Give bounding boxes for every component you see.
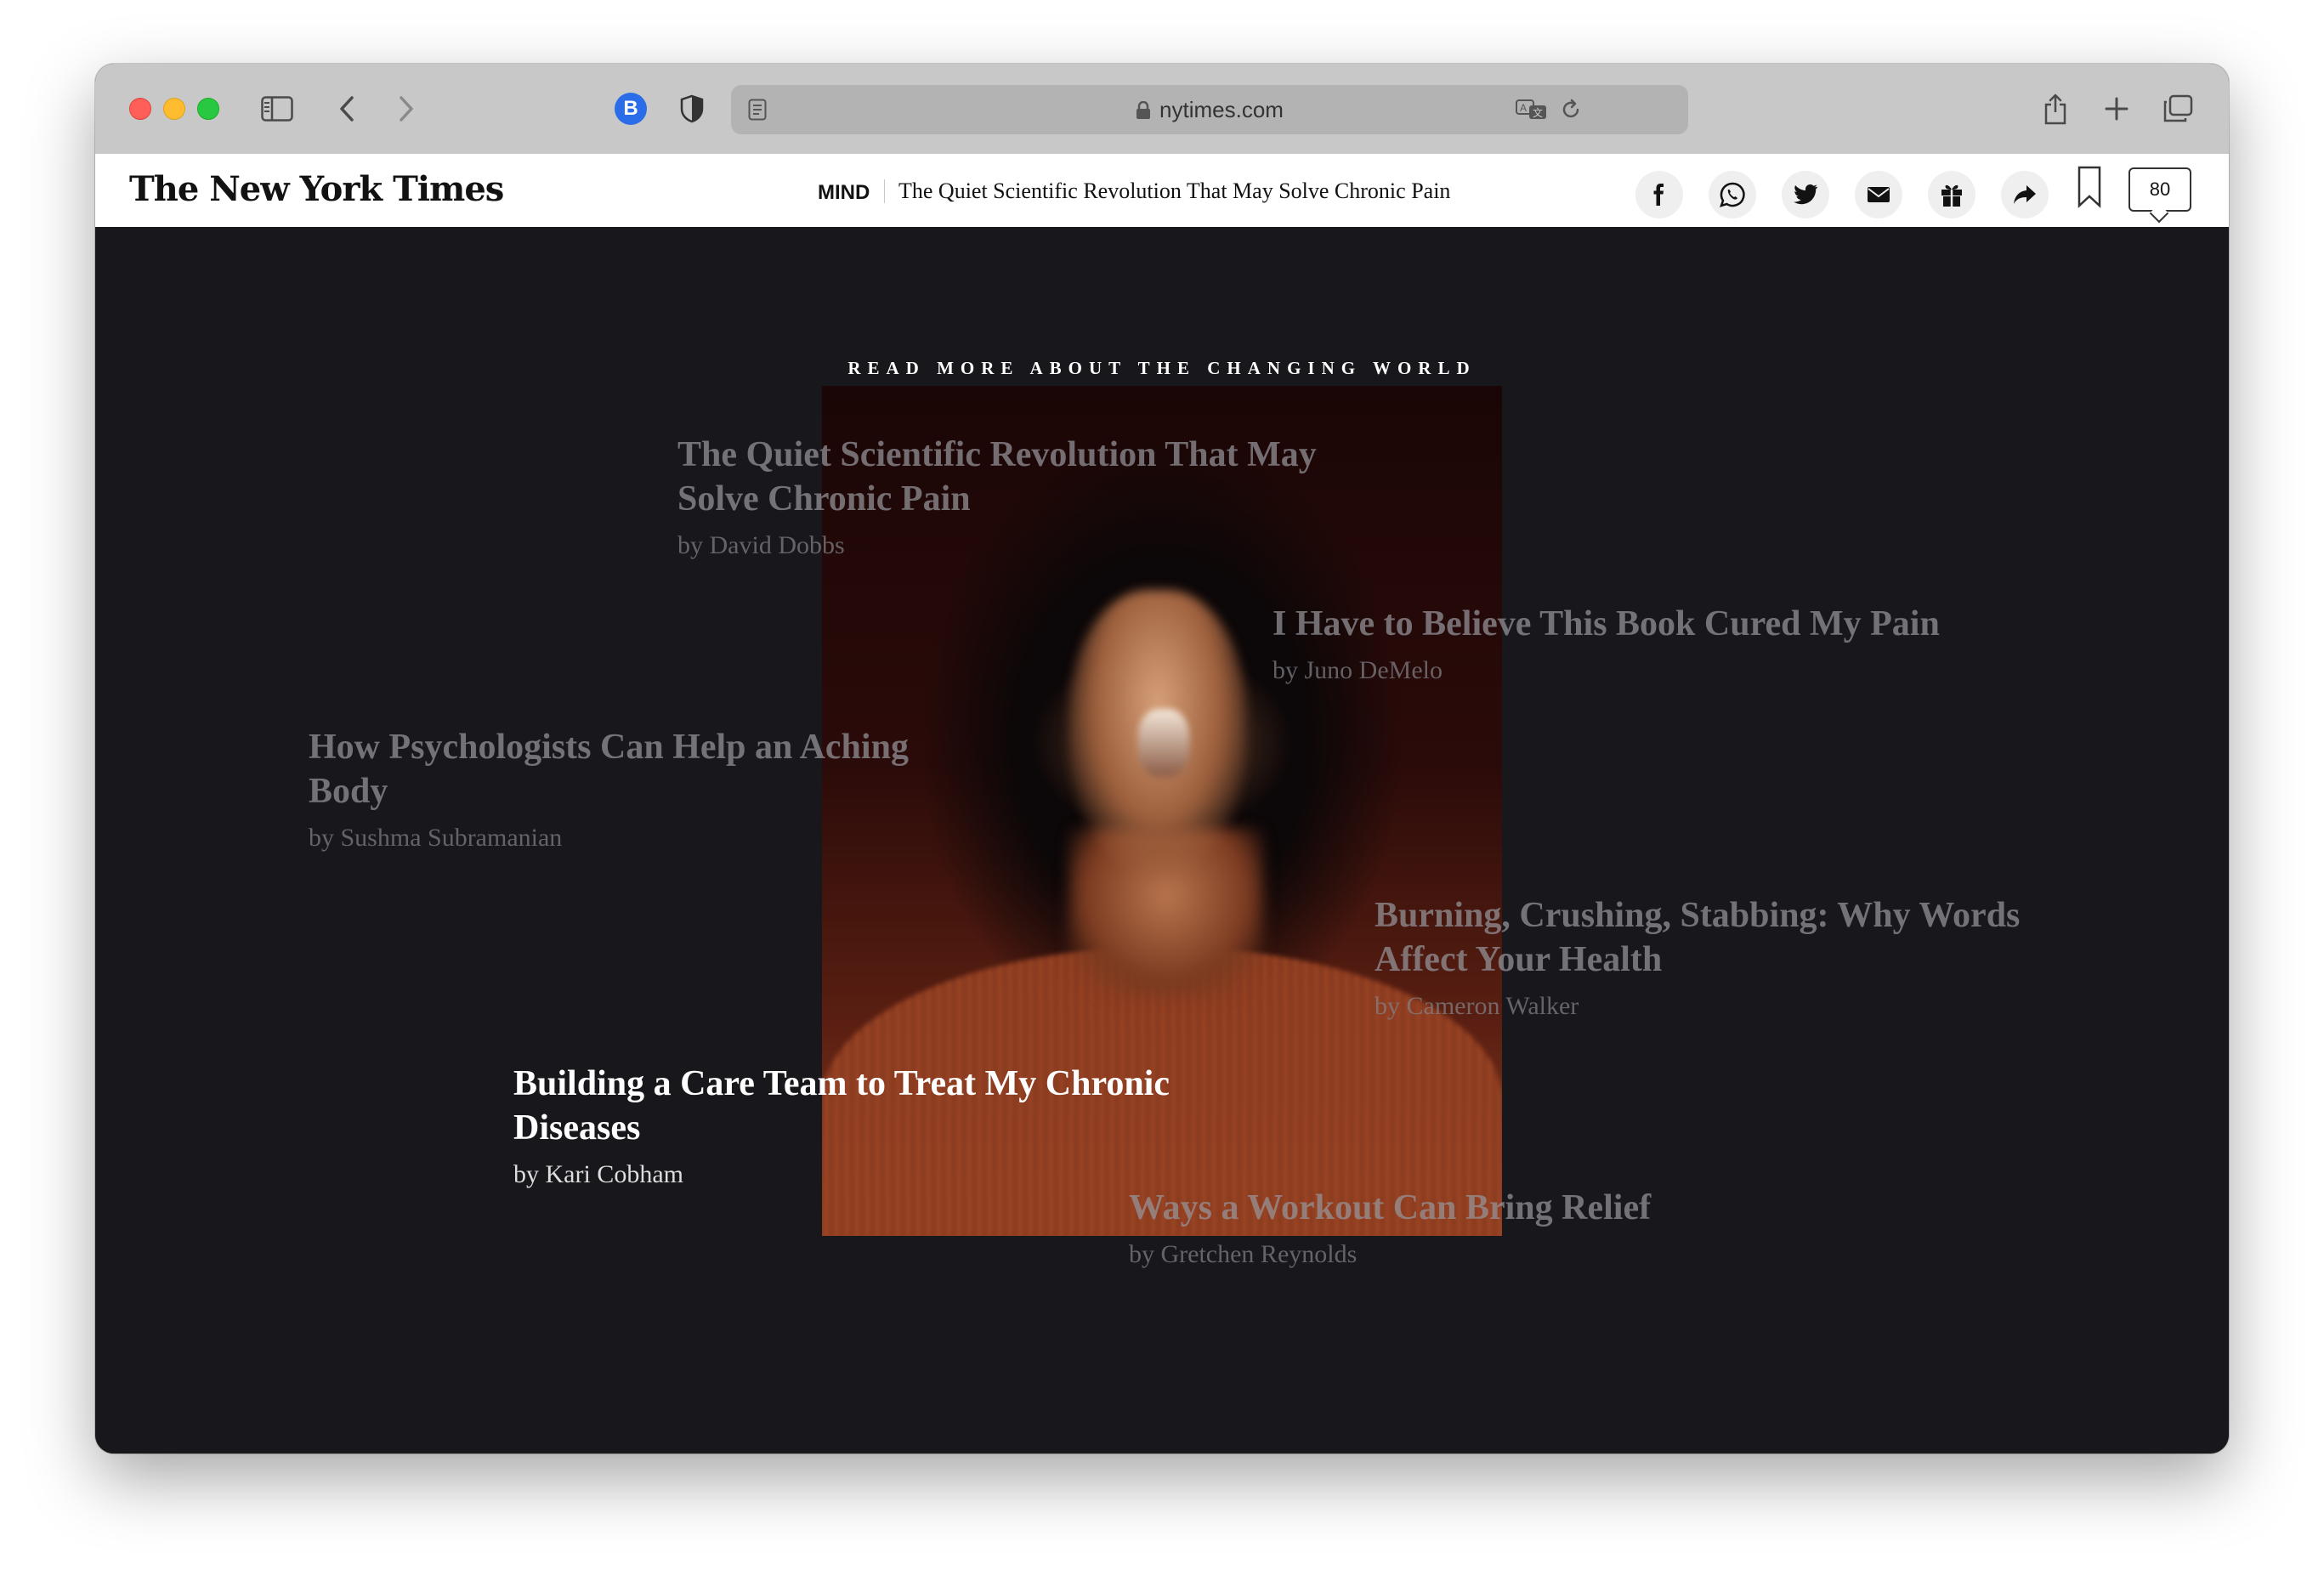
bookmark-icon[interactable] — [2072, 166, 2106, 208]
story-byline: by Cameron Walker — [1375, 992, 1579, 1020]
tabs-overview-icon[interactable] — [2159, 88, 2196, 130]
twitter-icon — [1794, 184, 1817, 205]
whatsapp-icon — [1720, 182, 1745, 207]
browser-toolbar: B nytimes.com A文 — [95, 64, 2229, 155]
story-title[interactable]: How Psychologists Can Help an Aching Bod… — [309, 725, 955, 813]
back-chevron-icon[interactable] — [332, 88, 362, 130]
facebook-icon — [1653, 184, 1664, 206]
story-link[interactable]: I Have to Believe This Book Cured My Pai… — [1273, 602, 2038, 685]
url-text: nytimes.com — [1159, 97, 1284, 122]
more-share-button[interactable] — [2001, 171, 2049, 218]
story-link[interactable]: The Quiet Scientific Revolution That May… — [677, 433, 1358, 560]
whatsapp-share-button[interactable] — [1709, 171, 1756, 218]
gift-article-button[interactable] — [1928, 171, 1975, 218]
shield-icon[interactable] — [673, 88, 711, 130]
story-link[interactable]: Ways a Workout Can Bring Relief by Gretc… — [1129, 1186, 1809, 1269]
lock-icon — [1136, 100, 1151, 119]
browser-window: B nytimes.com A文 The New York Times MIND… — [95, 64, 2229, 1454]
email-share-button[interactable] — [1855, 171, 1902, 218]
header-article-title: The Quiet Scientific Revolution That May… — [898, 178, 1451, 203]
twitter-share-button[interactable] — [1782, 171, 1829, 218]
story-byline: by David Dobbs — [677, 531, 845, 559]
nyt-article-header: The New York Times MIND The Quiet Scient… — [95, 154, 2229, 228]
sidebar-icon[interactable] — [258, 88, 296, 130]
story-byline: by Kari Cobham — [513, 1160, 683, 1188]
hero-image-mouth — [1138, 709, 1189, 777]
story-title[interactable]: Burning, Crushing, Stabbing: Why Words A… — [1375, 893, 2055, 982]
share-icon[interactable] — [2037, 88, 2074, 130]
svg-text:A: A — [1520, 102, 1527, 114]
share-arrow-icon — [2014, 185, 2036, 204]
story-byline: by Sushma Subramanian — [309, 824, 563, 852]
story-link[interactable]: Burning, Crushing, Stabbing: Why Words A… — [1375, 893, 2055, 1021]
story-title[interactable]: The Quiet Scientific Revolution That May… — [677, 433, 1358, 521]
extension-b-icon[interactable]: B — [612, 88, 649, 130]
story-title[interactable]: Building a Care Team to Treat My Chronic… — [513, 1062, 1193, 1150]
comment-count: 80 — [2149, 178, 2171, 200]
related-articles-section: READ MORE ABOUT THE CHANGING WORLD OF CH… — [95, 227, 2229, 1454]
story-byline: by Juno DeMelo — [1273, 656, 1443, 684]
address-bar[interactable]: nytimes.com A文 — [731, 85, 1688, 134]
story-link-active[interactable]: Building a Care Team to Treat My Chronic… — [513, 1062, 1193, 1189]
gift-icon — [1941, 184, 1962, 207]
minimize-window-button[interactable] — [163, 98, 185, 120]
reload-icon[interactable] — [1554, 88, 1588, 131]
story-link[interactable]: How Psychologists Can Help an Aching Bod… — [309, 725, 955, 853]
svg-text:文: 文 — [1533, 106, 1543, 119]
facebook-share-button[interactable] — [1635, 171, 1683, 218]
zoom-window-button[interactable] — [197, 98, 219, 120]
story-title[interactable]: I Have to Believe This Book Cured My Pai… — [1273, 602, 2038, 646]
story-title[interactable]: Ways a Workout Can Bring Relief — [1129, 1186, 1809, 1230]
story-byline: by Gretchen Reynolds — [1129, 1240, 1358, 1268]
close-window-button[interactable] — [129, 98, 151, 120]
header-divider — [884, 179, 885, 203]
email-icon — [1868, 187, 1890, 202]
forward-chevron-icon[interactable] — [391, 88, 422, 130]
new-tab-icon[interactable] — [2098, 88, 2135, 130]
nyt-logo[interactable]: The New York Times — [129, 169, 504, 209]
section-label[interactable]: MIND — [818, 181, 870, 205]
section-kicker-line-1: READ MORE ABOUT THE CHANGING WORLD — [847, 358, 1477, 378]
translate-icon[interactable]: A文 — [1513, 88, 1550, 131]
